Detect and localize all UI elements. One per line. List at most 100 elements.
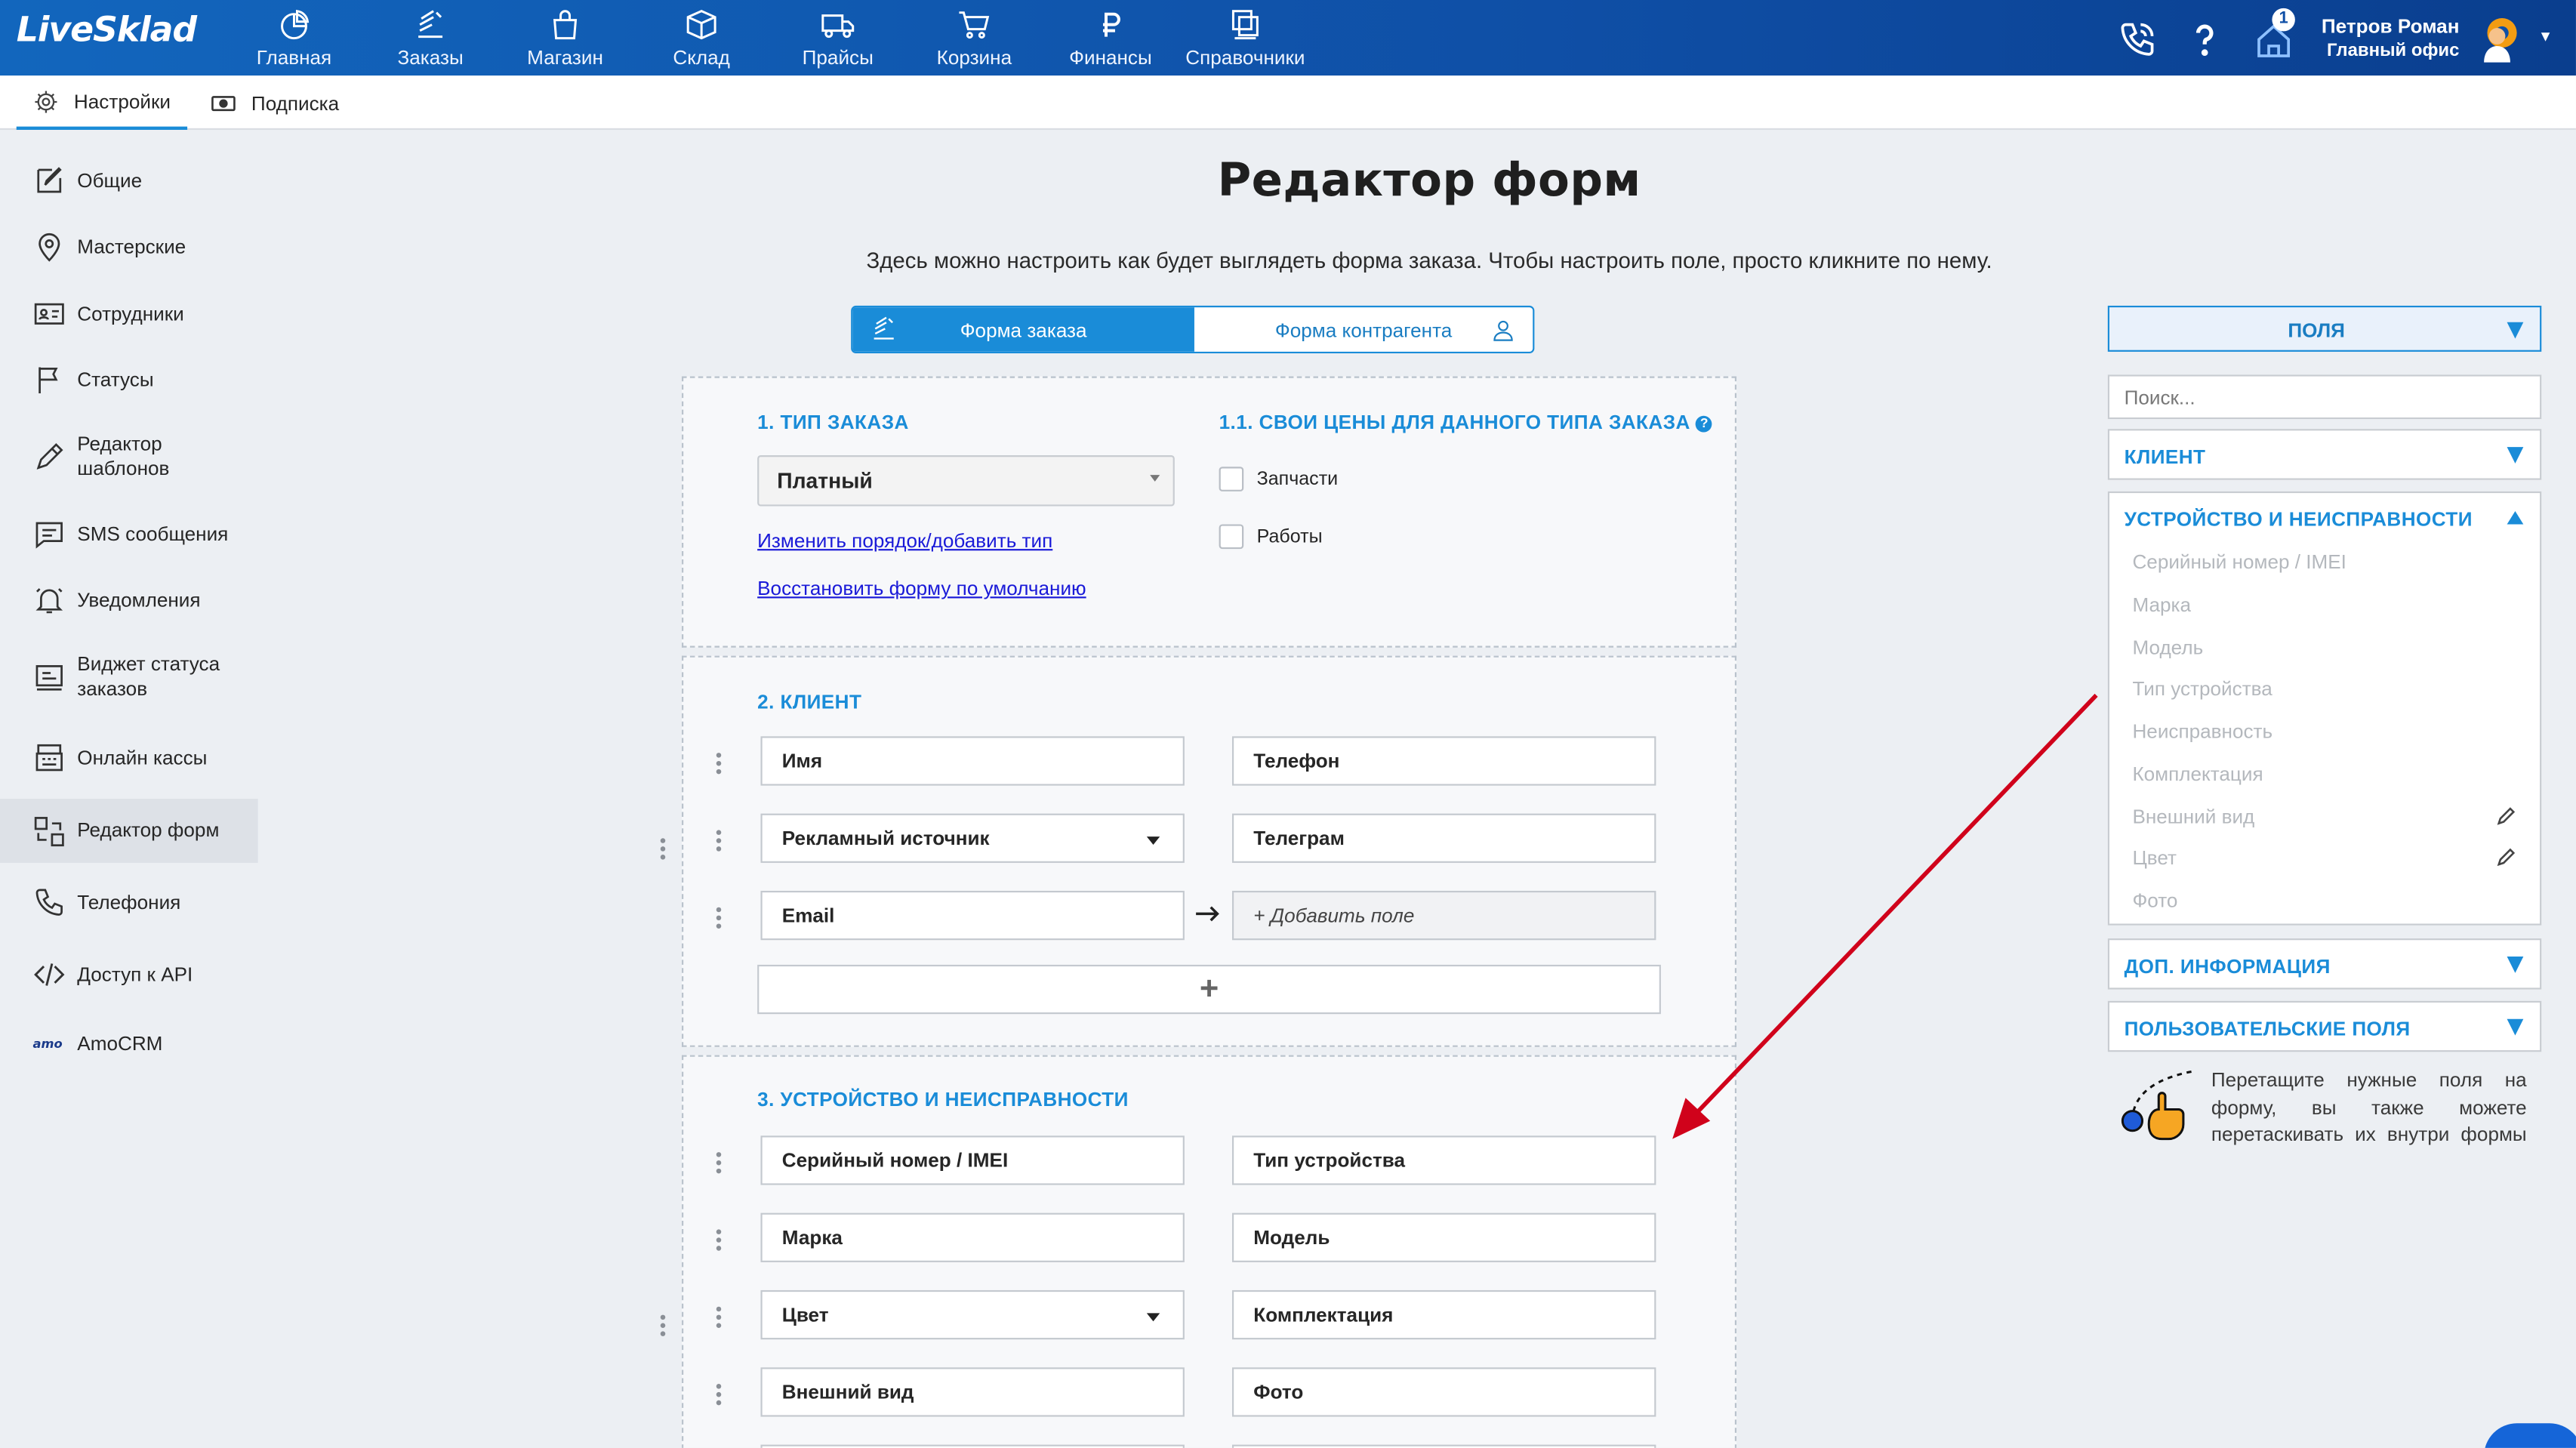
drag-handle-icon[interactable] <box>716 753 723 778</box>
field-partial[interactable] <box>760 1444 1185 1448</box>
sidebar-item-telephony[interactable]: Телефония <box>0 883 258 922</box>
nav-directories[interactable]: Справочники <box>1179 7 1311 69</box>
sidebar-item-workshops[interactable]: Мастерские <box>0 229 258 265</box>
fields-dropdown[interactable]: ПОЛЯ <box>2107 305 2542 352</box>
draggable-field[interactable]: Фото <box>2132 889 2177 912</box>
sidebar-item-employees[interactable]: Сотрудники <box>0 296 258 332</box>
field-model[interactable]: Модель <box>1232 1212 1656 1262</box>
field-name[interactable]: Имя <box>760 736 1185 786</box>
fields-search-input[interactable]: Поиск... <box>2107 374 2542 420</box>
draggable-field[interactable]: Модель <box>2132 636 2203 658</box>
phone-icon[interactable] <box>2118 20 2157 59</box>
nav-warehouse[interactable]: Склад <box>636 7 767 69</box>
draggable-field[interactable]: Внешний вид <box>2132 806 2254 828</box>
drag-handle-icon[interactable] <box>716 1384 723 1409</box>
books-icon <box>1231 10 1259 40</box>
field-color[interactable]: Цвет <box>760 1289 1185 1340</box>
help-icon[interactable] <box>2185 20 2224 59</box>
sidebar-item-general[interactable]: Общие <box>0 163 258 199</box>
draggable-field[interactable]: Марка <box>2132 593 2191 616</box>
draggable-field[interactable]: Тип устройства <box>2132 677 2272 700</box>
chevron-down-icon[interactable]: ▼ <box>2538 28 2553 45</box>
sidebar-item-widget[interactable]: Виджет статуса заказов <box>0 651 258 704</box>
field-device-type[interactable]: Тип устройства <box>1232 1135 1656 1185</box>
checkbox-parts[interactable]: Запчасти <box>1219 467 1338 491</box>
draggable-field[interactable]: Цвет <box>2132 846 2177 869</box>
sidebar-item-sms[interactable]: SMS сообщения <box>0 516 258 553</box>
field-email[interactable]: Email <box>760 890 1185 941</box>
draggable-field[interactable]: Неисправность <box>2132 720 2272 743</box>
field-serial[interactable]: Серийный номер / IMEI <box>760 1135 1185 1185</box>
edit-icon <box>37 167 62 193</box>
reorder-types-link[interactable]: Изменить порядок/добавить тип <box>757 529 1052 552</box>
chat-bubble-button[interactable] <box>2484 1423 2576 1448</box>
group-custom-fields[interactable]: ПОЛЬЗОВАТЕЛЬСКИЕ ПОЛЯ <box>2107 1000 2542 1052</box>
triangle-up-icon[interactable] <box>2507 511 2524 525</box>
sidebar-item-label: SMS сообщения <box>77 522 229 545</box>
drag-hand-icon <box>2121 1070 2192 1141</box>
tab-contractor-form[interactable]: Форма контрагента <box>1194 307 1533 352</box>
group-extra-info[interactable]: ДОП. ИНФОРМАЦИЯ <box>2107 938 2542 990</box>
pencil-icon[interactable] <box>2497 806 2517 825</box>
nav-cart[interactable]: Корзина <box>908 7 1040 69</box>
column-drag-handle-icon[interactable] <box>660 1314 667 1340</box>
info-icon[interactable]: ? <box>1696 415 1713 433</box>
sidebar-item-api[interactable]: Доступ к API <box>0 955 258 994</box>
sidebar-item-cash[interactable]: Онлайн кассы <box>0 738 258 777</box>
drag-handle-icon[interactable] <box>716 1152 723 1177</box>
nav-prices[interactable]: Прайсы <box>772 7 904 69</box>
drag-handle-icon[interactable] <box>716 1229 723 1254</box>
draggable-field[interactable]: Серийный номер / IMEI <box>2132 550 2346 573</box>
drag-handle-icon[interactable] <box>716 1306 723 1332</box>
caret-down-icon <box>1146 1313 1160 1322</box>
field-partial[interactable] <box>1232 1444 1656 1448</box>
fields-header-label: ПОЛЯ <box>2288 319 2345 342</box>
draggable-field[interactable]: Комплектация <box>2132 763 2263 785</box>
sidebar-item-label: Редактор шаблонов <box>77 432 170 480</box>
nav-shop[interactable]: Магазин <box>500 7 631 69</box>
avatar[interactable] <box>2477 13 2523 63</box>
nav-home[interactable]: Главная <box>228 7 359 69</box>
checkbox[interactable] <box>1219 524 1244 550</box>
pencil-icon <box>36 442 63 470</box>
nav-label: Магазин <box>527 45 603 69</box>
sidebar-item-templates[interactable]: Редактор шаблонов <box>0 430 258 483</box>
sidebar-item-label: AmoCRM <box>77 1031 163 1055</box>
group-client[interactable]: КЛИЕНТ <box>2107 429 2542 480</box>
tab-label: Форма заказа <box>960 318 1087 341</box>
nav-orders[interactable]: Заказы <box>365 7 496 69</box>
field-ad-source[interactable]: Рекламный источник <box>760 813 1185 863</box>
field-brand[interactable]: Марка <box>760 1212 1185 1262</box>
tab-settings[interactable]: Настройки <box>16 75 187 130</box>
drag-handle-icon[interactable] <box>716 907 723 932</box>
add-field-slot[interactable]: + Добавить поле <box>1232 890 1656 941</box>
amocrm-logo-icon: amo <box>33 1037 63 1051</box>
user-name[interactable]: Петров Роман <box>2322 15 2460 38</box>
group-title[interactable]: УСТРОЙСТВО И НЕИСПРАВНОСТИ <box>2125 508 2473 531</box>
drag-handle-icon[interactable] <box>716 830 723 855</box>
sidebar-item-notifications[interactable]: Уведомления <box>0 582 258 618</box>
checkbox[interactable] <box>1219 467 1244 491</box>
checkbox-works[interactable]: Работы <box>1219 524 1323 550</box>
restore-default-link[interactable]: Восстановить форму по умолчанию <box>757 577 1086 599</box>
sidebar-item-form-editor[interactable]: Редактор форм <box>0 799 258 863</box>
nav-finance[interactable]: Финансы <box>1045 7 1176 69</box>
add-row-button[interactable]: + <box>757 964 1661 1015</box>
triangle-down-icon <box>2507 957 2524 973</box>
tab-order-form[interactable]: Форма заказа <box>852 307 1194 352</box>
sidebar-item-statuses[interactable]: Статусы <box>0 362 258 398</box>
sidebar-item-amocrm[interactable]: amo AmoCRM <box>0 1025 258 1061</box>
pencil-icon[interactable] <box>2497 846 2517 867</box>
field-appearance[interactable]: Внешний вид <box>760 1367 1185 1417</box>
app-logo[interactable]: LiveSklad <box>17 10 197 49</box>
field-kit[interactable]: Комплектация <box>1232 1289 1656 1340</box>
field-telegram[interactable]: Телеграм <box>1232 813 1656 863</box>
field-photo[interactable]: Фото <box>1232 1367 1656 1417</box>
user-office[interactable]: Главный офис <box>2327 41 2459 60</box>
order-type-select[interactable]: Платный <box>757 455 1175 507</box>
flag-icon <box>39 367 58 394</box>
notification-badge: 1 <box>2272 8 2295 32</box>
column-drag-handle-icon[interactable] <box>660 838 667 863</box>
field-phone[interactable]: Телефон <box>1232 736 1656 786</box>
tab-subscription[interactable]: Подписка <box>211 75 339 130</box>
